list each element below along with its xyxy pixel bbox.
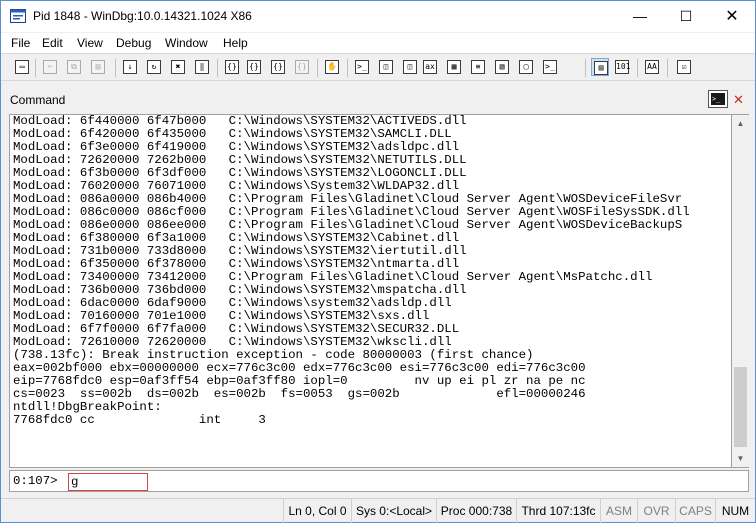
hex-mode-button[interactable]: 101 bbox=[613, 58, 631, 76]
command-window-icon: >_ bbox=[355, 60, 369, 74]
output-line: 7768fdc0 cc int 3 bbox=[13, 413, 266, 427]
toolbar-separator bbox=[317, 59, 318, 77]
status-num: NUM bbox=[715, 499, 755, 523]
menu-bar: File Edit View Debug Window Help bbox=[1, 33, 755, 53]
step-out-icon: {} bbox=[271, 60, 285, 74]
command-input-row: 0:107> bbox=[9, 470, 749, 492]
memory-window-button[interactable]: ▦ bbox=[445, 58, 463, 76]
menu-edit[interactable]: Edit bbox=[42, 36, 63, 50]
status-bar: Ln 0, Col 0 Sys 0:<Local> Proc 000:738 T… bbox=[1, 498, 755, 523]
status-asm: ASM bbox=[600, 499, 637, 523]
cut-button[interactable]: ✂ bbox=[41, 58, 59, 76]
status-line-col: Ln 0, Col 0 bbox=[283, 499, 351, 523]
step-over-icon: {} bbox=[247, 60, 261, 74]
window-title: Pid 1848 - WinDbg:10.0.14321.1024 X86 bbox=[33, 9, 252, 23]
options-icon: ☑ bbox=[677, 60, 691, 74]
command-window-icon[interactable]: >_ bbox=[708, 90, 728, 108]
paste-button[interactable]: ▤ bbox=[89, 58, 107, 76]
copy-button[interactable]: ⧉ bbox=[65, 58, 83, 76]
output-vertical-scrollbar[interactable]: ▲ ▼ bbox=[732, 114, 749, 468]
source-mode-icon: ▤ bbox=[594, 61, 608, 75]
cut-icon: ✂ bbox=[43, 60, 57, 74]
menu-file[interactable]: File bbox=[11, 36, 30, 50]
break-icon: ‖ bbox=[195, 60, 209, 74]
hex-mode-icon: 101 bbox=[615, 60, 630, 74]
restart-icon: ↻ bbox=[147, 60, 161, 74]
command-window-close-icon[interactable]: ✕ bbox=[733, 92, 744, 108]
restart-button[interactable]: ↻ bbox=[145, 58, 163, 76]
hand-icon: ✋ bbox=[325, 60, 339, 74]
menu-debug[interactable]: Debug bbox=[116, 36, 151, 50]
app-icon bbox=[10, 9, 26, 23]
toolbar-separator bbox=[347, 59, 348, 77]
options-button[interactable]: ☑ bbox=[675, 58, 693, 76]
disassembly-window-button[interactable]: ▧ bbox=[493, 58, 511, 76]
status-ovr: OVR bbox=[637, 499, 675, 523]
registers-window-icon: ax bbox=[423, 60, 437, 74]
scratch-pad-icon: ▢ bbox=[519, 60, 533, 74]
status-thrd: Thrd 107:13fc bbox=[516, 499, 600, 523]
command-window-header: Command >_ ✕ bbox=[1, 83, 755, 113]
toolbar-separator bbox=[585, 59, 586, 77]
menu-window[interactable]: Window bbox=[165, 36, 208, 50]
font-button[interactable]: AA bbox=[643, 58, 661, 76]
menu-help[interactable]: Help bbox=[223, 36, 248, 50]
run-to-cursor-icon: {} bbox=[295, 60, 309, 74]
menu-view[interactable]: View bbox=[77, 36, 103, 50]
toolbar-separator bbox=[667, 59, 668, 77]
step-into-icon: {} bbox=[225, 60, 239, 74]
go-button[interactable]: ↓ bbox=[121, 58, 139, 76]
source-mode-button[interactable]: ▤ bbox=[591, 58, 609, 76]
toolbar: ▭ ✂ ⧉ ▤ ↓ ↻ ✖ ‖ {} {} {} {} ✋ >_ ◫ ◫ ax ▦ ≡ ▧ ▢ >_ ▤ 101 AA ☑ bbox=[1, 53, 755, 81]
status-caps: CAPS bbox=[675, 499, 715, 523]
toolbar-separator bbox=[115, 59, 116, 77]
scroll-thumb[interactable] bbox=[734, 367, 747, 447]
output-text: ModLoad: 6f440000 6f47b000 C:\Windows\SY… bbox=[13, 115, 690, 427]
step-out-button[interactable]: {} bbox=[269, 58, 287, 76]
open-folder-icon: ▭ bbox=[15, 60, 29, 74]
toolbar-separator bbox=[217, 59, 218, 77]
status-sys: Sys 0:<Local> bbox=[351, 499, 436, 523]
command-window-button[interactable]: >_ bbox=[353, 58, 371, 76]
windbg-window: Pid 1848 - WinDbg:10.0.14321.1024 X86 — … bbox=[0, 0, 756, 523]
stop-debugging-icon: ✖ bbox=[171, 60, 185, 74]
paste-icon: ▤ bbox=[91, 60, 105, 74]
locals-window-icon: ◫ bbox=[403, 60, 417, 74]
call-stack-window-icon: ≡ bbox=[471, 60, 485, 74]
scratch-pad-button[interactable]: ▢ bbox=[517, 58, 535, 76]
status-proc: Proc 000:738 bbox=[436, 499, 516, 523]
minimize-button[interactable]: — bbox=[617, 1, 663, 32]
font-icon: AA bbox=[645, 60, 659, 74]
processes-threads-button[interactable]: >_ bbox=[541, 58, 559, 76]
watch-window-button[interactable]: ◫ bbox=[377, 58, 395, 76]
call-stack-window-button[interactable]: ≡ bbox=[469, 58, 487, 76]
watch-window-icon: ◫ bbox=[379, 60, 393, 74]
command-input[interactable] bbox=[68, 473, 148, 491]
command-window-title: Command bbox=[10, 93, 66, 107]
scroll-down-arrow-icon[interactable]: ▼ bbox=[732, 450, 749, 467]
run-to-cursor-button[interactable]: {} bbox=[293, 58, 311, 76]
memory-window-icon: ▦ bbox=[447, 60, 461, 74]
title-bar[interactable]: Pid 1848 - WinDbg:10.0.14321.1024 X86 — … bbox=[1, 1, 755, 32]
processes-threads-icon: >_ bbox=[543, 60, 557, 74]
locals-window-button[interactable]: ◫ bbox=[401, 58, 419, 76]
go-icon: ↓ bbox=[123, 60, 137, 74]
close-button[interactable]: ✕ bbox=[709, 1, 755, 32]
break-button[interactable]: ‖ bbox=[193, 58, 211, 76]
copy-icon: ⧉ bbox=[67, 60, 81, 74]
disassembly-window-icon: ▧ bbox=[495, 60, 509, 74]
scroll-up-arrow-icon[interactable]: ▲ bbox=[732, 115, 749, 132]
command-output[interactable]: ModLoad: 6f440000 6f47b000 C:\Windows\SY… bbox=[9, 114, 732, 468]
step-into-button[interactable]: {} bbox=[223, 58, 241, 76]
stop-debugging-button[interactable]: ✖ bbox=[169, 58, 187, 76]
hand-button[interactable]: ✋ bbox=[323, 58, 341, 76]
step-over-button[interactable]: {} bbox=[245, 58, 263, 76]
command-prompt: 0:107> bbox=[13, 474, 58, 488]
toolbar-separator bbox=[35, 59, 36, 77]
registers-window-button[interactable]: ax bbox=[421, 58, 439, 76]
toolbar-separator bbox=[637, 59, 638, 77]
maximize-button[interactable]: ☐ bbox=[663, 1, 709, 32]
open-folder-button[interactable]: ▭ bbox=[13, 58, 31, 76]
